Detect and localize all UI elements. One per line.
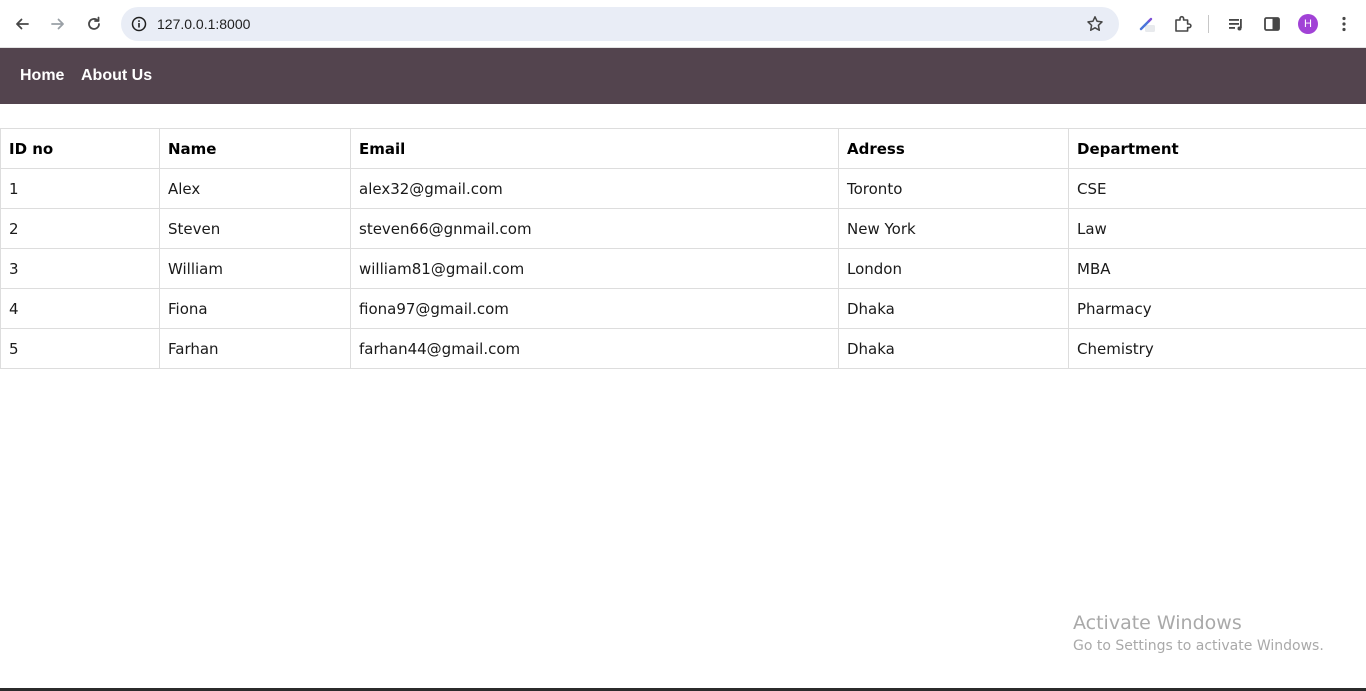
watermark-title: Activate Windows — [1073, 612, 1242, 634]
toolbar-separator — [1208, 15, 1209, 33]
table-header-row: ID no Name Email Adress Department — [0, 128, 1366, 169]
forward-button[interactable] — [44, 10, 72, 38]
cell-name: Fiona — [159, 288, 351, 329]
cell-id: 3 — [0, 248, 160, 289]
cell-address: Dhaka — [838, 328, 1069, 369]
back-button[interactable] — [8, 10, 36, 38]
cell-department: MBA — [1068, 248, 1366, 289]
site-info-button[interactable] — [129, 14, 149, 34]
watermark-subtitle: Go to Settings to activate Windows. — [1073, 638, 1324, 654]
browser-menu-button[interactable] — [1332, 12, 1356, 36]
cell-email: steven66@gnmail.com — [350, 208, 839, 249]
cell-email: fiona97@gmail.com — [350, 288, 839, 329]
cell-name: Steven — [159, 208, 351, 249]
table-row: 5 Farhan farhan44@gmail.com Dhaka Chemis… — [0, 328, 1366, 369]
cell-address: Toronto — [838, 168, 1069, 209]
extensions-button[interactable] — [1171, 12, 1195, 36]
column-header-email: Email — [350, 128, 839, 169]
bookmark-button[interactable] — [1085, 14, 1105, 34]
cell-department: Pharmacy — [1068, 288, 1366, 329]
address-bar[interactable]: 127.0.0.1:8000 — [121, 7, 1119, 41]
column-header-id: ID no — [0, 128, 160, 169]
cell-name: William — [159, 248, 351, 289]
cell-id: 4 — [0, 288, 160, 329]
cell-department: Law — [1068, 208, 1366, 249]
pen-extension-button[interactable] — [1135, 12, 1159, 36]
puzzle-icon — [1175, 15, 1192, 32]
arrow-left-icon — [16, 18, 29, 30]
cell-name: Farhan — [159, 328, 351, 369]
table-row: 3 William william81@gmail.com London MBA — [0, 248, 1366, 289]
cell-id: 1 — [0, 168, 160, 209]
column-header-address: Adress — [838, 128, 1069, 169]
profile-avatar[interactable]: H — [1298, 14, 1318, 34]
cell-address: Dhaka — [838, 288, 1069, 329]
cell-address: London — [838, 248, 1069, 289]
browser-toolbar: 127.0.0.1:8000 H — [0, 0, 1366, 48]
nav-link-home[interactable]: Home — [20, 67, 64, 85]
cell-department: Chemistry — [1068, 328, 1366, 369]
media-controls-button[interactable] — [1224, 12, 1248, 36]
info-icon — [131, 16, 147, 32]
kebab-menu-icon — [1342, 16, 1346, 32]
pen-icon — [1139, 17, 1155, 32]
column-header-name: Name — [159, 128, 351, 169]
side-panel-icon — [1264, 17, 1280, 31]
table-row: 1 Alex alex32@gmail.com Toronto CSE — [0, 168, 1366, 209]
cell-department: CSE — [1068, 168, 1366, 209]
cell-id: 5 — [0, 328, 160, 369]
cell-email: william81@gmail.com — [350, 248, 839, 289]
cell-address: New York — [838, 208, 1069, 249]
column-header-department: Department — [1068, 128, 1366, 169]
table-row: 4 Fiona fiona97@gmail.com Dhaka Pharmacy — [0, 288, 1366, 329]
reload-button[interactable] — [80, 10, 108, 38]
nav-link-about-us[interactable]: About Us — [81, 67, 152, 85]
reload-icon — [88, 16, 100, 30]
arrow-right-icon — [51, 18, 64, 30]
cell-email: farhan44@gmail.com — [350, 328, 839, 369]
students-table: ID no Name Email Adress Department 1 Ale… — [0, 128, 1366, 369]
activate-windows-watermark: Activate Windows Go to Settings to activ… — [1073, 612, 1324, 656]
cell-email: alex32@gmail.com — [350, 168, 839, 209]
table-row: 2 Steven steven66@gnmail.com New York La… — [0, 208, 1366, 249]
cell-id: 2 — [0, 208, 160, 249]
site-navbar: Home About Us — [0, 48, 1366, 104]
cell-name: Alex — [159, 168, 351, 209]
star-icon — [1087, 16, 1103, 31]
url-text[interactable]: 127.0.0.1:8000 — [157, 15, 250, 33]
side-panel-button[interactable] — [1260, 12, 1284, 36]
media-queue-icon — [1229, 19, 1242, 31]
